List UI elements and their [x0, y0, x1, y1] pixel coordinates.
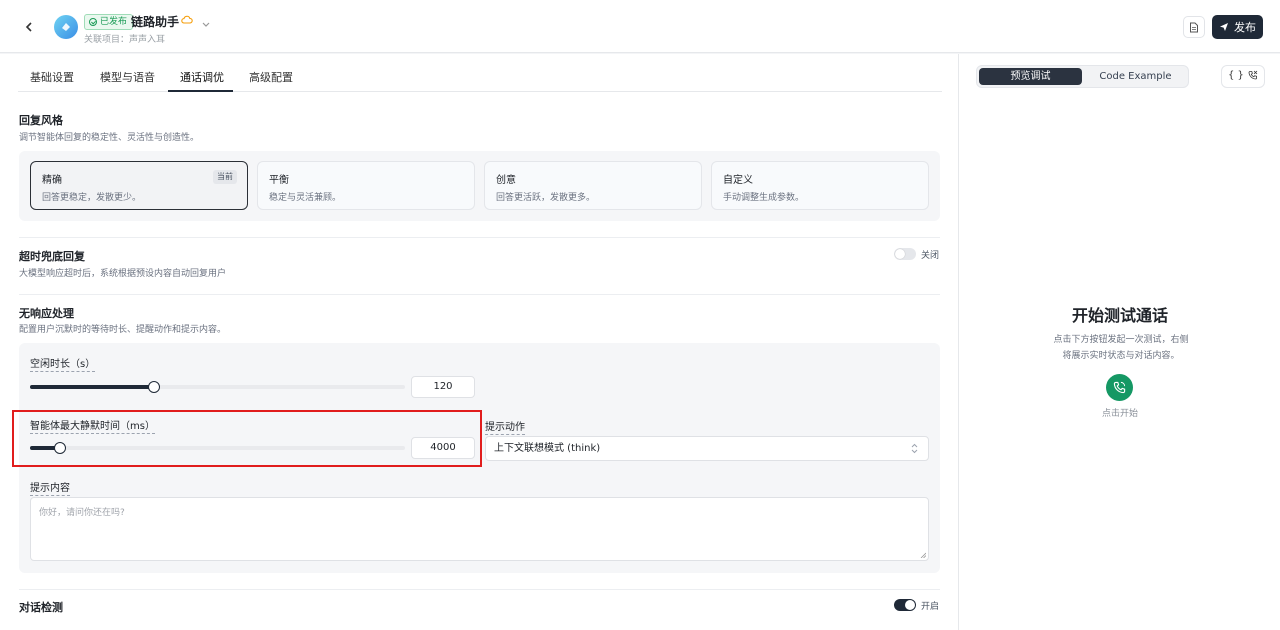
active-tab-indicator — [168, 90, 233, 92]
prompt-action-label: 提示动作 — [485, 418, 525, 435]
style-option-balanced[interactable]: 平衡 稳定与灵活兼顾。 — [257, 161, 475, 210]
dialog-detect-toggle-label: 开启 — [921, 602, 940, 612]
document-button[interactable] — [1183, 16, 1205, 38]
prompt-action-select[interactable]: 上下文联想模式 (think) — [485, 436, 929, 461]
back-icon[interactable] — [20, 18, 38, 36]
prompt-content-textarea[interactable]: 你好，请问你还在吗? — [30, 497, 929, 561]
style-option-desc: 回答更稳定，发散更少。 — [42, 193, 142, 203]
start-test-desc: 点击下方按钮发起一次测试，右侧将展示实时状态与对话内容。 — [1053, 335, 1189, 361]
idle-duration-input[interactable]: 120 — [411, 376, 475, 398]
timeout-toggle[interactable] — [894, 248, 916, 260]
timeout-toggle-label: 关闭 — [921, 251, 940, 261]
resize-grip-icon[interactable] — [920, 552, 926, 558]
chevron-down-icon[interactable] — [202, 20, 210, 31]
document-icon — [1190, 22, 1198, 32]
style-option-desc: 回答更活跃，发散更多。 — [496, 193, 596, 203]
max-silence-input[interactable]: 4000 — [411, 437, 475, 459]
divider — [19, 294, 940, 295]
config-tabs: 基础设置 模型与语音 通话调优 高级配置 — [18, 62, 942, 92]
publish-button[interactable]: 发布 — [1212, 15, 1263, 39]
style-option-name: 创意 — [496, 175, 516, 186]
style-option-custom[interactable]: 自定义 手动调整生成参数。 — [711, 161, 929, 210]
idle-duration-slider[interactable] — [30, 381, 405, 393]
top-header: 已发布 链路助手 关联项目：声声入耳 发布 — [0, 0, 1280, 53]
section-title-reply-style: 回复风格 — [19, 114, 63, 127]
app-avatar — [54, 15, 78, 39]
publish-label: 发布 — [1234, 21, 1256, 34]
toolbar-icons: { } — [1221, 65, 1265, 88]
cloud-sync-icon — [181, 15, 193, 24]
style-option-name: 精确 — [42, 175, 62, 186]
preview-segmented-control: 预览调试 Code Example — [976, 65, 1189, 88]
slider-thumb[interactable] — [148, 381, 160, 393]
tab-code-example[interactable]: Code Example — [1084, 68, 1187, 85]
phone-icon — [1113, 381, 1126, 394]
max-silence-slider[interactable] — [30, 442, 405, 454]
preview-panel: 预览调试 Code Example { } 开始测试通话 点击下方按钮发起一次测… — [958, 54, 1280, 630]
send-icon — [1220, 23, 1228, 31]
prompt-content-label: 提示内容 — [30, 479, 70, 496]
tab-model-voice[interactable]: 模型与语音 — [98, 69, 157, 85]
prompt-content-placeholder: 你好，请问你还在吗? — [39, 508, 125, 518]
config-panel: 基础设置 模型与语音 通话调优 高级配置 回复风格 调节智能体回复的稳定性、灵活… — [0, 54, 958, 630]
slider-fill — [30, 385, 154, 389]
call-log-icon[interactable] — [1248, 70, 1258, 83]
section-desc-reply-style: 调节智能体回复的稳定性、灵活性与创造性。 — [19, 133, 200, 143]
style-option-precise[interactable]: 精确 当前 回答更稳定，发散更少。 — [30, 161, 248, 210]
section-title-timeout: 超时兜底回复 — [19, 250, 85, 263]
style-option-desc: 手动调整生成参数。 — [723, 193, 805, 203]
project-line: 关联项目：声声入耳 — [84, 35, 166, 45]
style-option-desc: 稳定与灵活兼顾。 — [269, 193, 342, 203]
style-option-name: 自定义 — [723, 175, 753, 186]
select-arrows-icon — [911, 443, 918, 454]
max-silence-label: 智能体最大静默时间（ms） — [30, 417, 155, 434]
check-circle-icon — [89, 18, 97, 26]
section-desc-no-response: 配置用户沉默时的等待时长、提醒动作和提示内容。 — [19, 325, 227, 335]
section-desc-timeout: 大模型响应超时后，系统根据预设内容自动回复用户 — [19, 269, 227, 279]
tab-basic[interactable]: 基础设置 — [28, 69, 76, 85]
section-title-no-response: 无响应处理 — [19, 307, 74, 320]
tab-call-tuning[interactable]: 通话调优 — [178, 69, 226, 85]
section-title-dialog-detect: 对话检测 — [19, 601, 63, 614]
dialog-detect-toggle[interactable] — [894, 599, 916, 611]
status-badge: 已发布 — [84, 14, 134, 30]
style-option-name: 平衡 — [269, 175, 289, 186]
code-braces-icon[interactable]: { } — [1228, 70, 1244, 81]
status-badge-label: 已发布 — [100, 17, 128, 27]
tab-preview-debug[interactable]: 预览调试 — [979, 68, 1082, 85]
slider-thumb[interactable] — [54, 442, 66, 454]
divider — [19, 589, 940, 590]
start-test-title: 开始测试通话 — [1071, 306, 1168, 325]
start-call-label: 点击开始 — [1101, 409, 1138, 419]
start-call-button[interactable] — [1106, 374, 1133, 401]
idle-duration-label: 空闲时长（s） — [30, 355, 96, 372]
app-name: 链路助手 — [131, 15, 180, 29]
current-tag: 当前 — [213, 170, 237, 184]
reply-style-group: 精确 当前 回答更稳定，发散更少。 平衡 稳定与灵活兼顾。 创意 回答更活跃，发… — [19, 151, 940, 221]
divider — [19, 237, 940, 238]
tab-advanced[interactable]: 高级配置 — [247, 69, 295, 85]
prompt-action-value: 上下文联想模式 (think) — [494, 443, 601, 454]
style-option-creative[interactable]: 创意 回答更活跃，发散更多。 — [484, 161, 702, 210]
